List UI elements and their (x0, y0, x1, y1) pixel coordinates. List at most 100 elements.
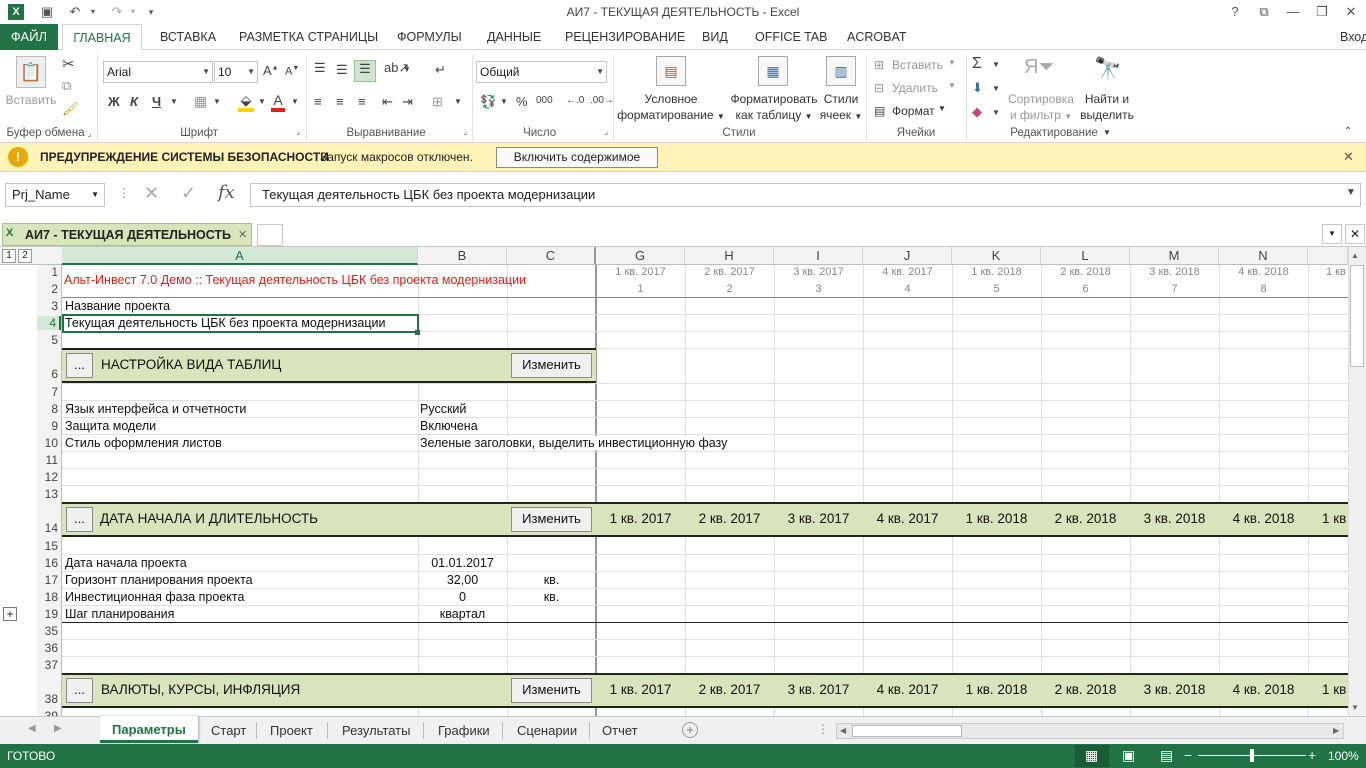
tab-file[interactable]: ФАЙЛ (0, 24, 58, 50)
close-tab-icon[interactable]: ✕ (238, 228, 247, 241)
fill-color-icon[interactable]: ⬙ (238, 92, 254, 112)
tab-insert[interactable]: ВСТАВКА (160, 30, 216, 44)
column-header-a[interactable]: A (62, 247, 418, 265)
scroll-right-icon[interactable]: ▶ (1333, 726, 1339, 735)
row-header-4[interactable]: 4 (37, 316, 61, 330)
column-header-h[interactable]: H (685, 247, 774, 265)
formula-input[interactable]: Текущая деятельность ЦБК без проекта мод… (250, 183, 1361, 207)
column-header-j[interactable]: J (863, 247, 952, 265)
tab-list-dropdown-icon[interactable]: ▼ (1322, 224, 1342, 244)
outline-level-1-button[interactable]: 1 (2, 249, 16, 263)
column-header-n[interactable]: N (1219, 247, 1308, 265)
sheet-tab-report[interactable]: Отчет (602, 723, 638, 738)
tab-view[interactable]: ВИД (702, 30, 728, 44)
help-button[interactable]: ? (1221, 0, 1249, 24)
column-header-b[interactable]: B (418, 247, 507, 265)
worksheet-grid[interactable]: 1 2 A B C G H I J K L M N 1 2 3 4 5 6 7 … (0, 247, 1366, 716)
align-top-icon[interactable]: ☰ (314, 60, 326, 76)
row-header-15[interactable]: 15 (37, 539, 61, 553)
insert-cells-icon[interactable]: ⊞ (874, 58, 884, 72)
paste-icon[interactable]: 📋 (16, 56, 46, 88)
row-header-36[interactable]: 36 (37, 641, 61, 655)
increase-indent-icon[interactable]: ⇥ (402, 94, 413, 110)
cut-icon[interactable]: ✂ (62, 55, 75, 73)
cell-a1[interactable]: Альт-Инвест 7.0 Демо :: Текущая деятельн… (64, 273, 526, 287)
cell-a4[interactable]: Текущая деятельность ЦБК без проекта мод… (65, 316, 386, 330)
dialog-launcher-icon[interactable]: ⌟ (463, 127, 467, 136)
new-tab-button[interactable] (257, 224, 283, 246)
period-label[interactable]: 1 кв (1326, 266, 1346, 278)
change-currencies-button[interactable]: Изменить (511, 678, 592, 703)
period-label[interactable]: 1 кв. 2018 (952, 266, 1041, 278)
italic-button[interactable]: К (130, 94, 138, 109)
cell-a3[interactable]: Название проекта (65, 299, 170, 313)
period-number[interactable]: 2 (685, 283, 774, 295)
column-header-g[interactable]: G (596, 247, 685, 265)
wrap-text-icon[interactable]: ↵ (435, 62, 446, 78)
row-header-19[interactable]: 19 (37, 607, 61, 621)
insert-function-icon[interactable]: fx (218, 182, 235, 203)
conditional-formatting-icon[interactable]: ▤ (656, 56, 686, 86)
period-label[interactable]: 1 кв. 2017 (596, 266, 685, 278)
vertical-scroll-thumb[interactable] (1350, 265, 1364, 367)
tab-home[interactable]: ГЛАВНАЯ (62, 24, 142, 51)
tab-review[interactable]: РЕЦЕНЗИРОВАНИЕ (565, 30, 685, 44)
tab-acrobat[interactable]: ACROBAT (847, 30, 907, 44)
scroll-down-icon[interactable]: ▼ (1351, 703, 1359, 712)
cell-c18[interactable]: кв. (507, 590, 596, 604)
number-format-combo[interactable]: Общий ▼ (476, 61, 607, 83)
sheet-tab-parameters[interactable]: Параметры (100, 716, 198, 743)
cell-b9[interactable]: Включена (420, 419, 478, 433)
borders-dropdown-icon[interactable]: ▼ (213, 97, 221, 106)
confirm-entry-icon[interactable]: ✓ (181, 183, 196, 204)
period-number[interactable]: 3 (774, 283, 863, 295)
chevron-down-icon[interactable]: ▼ (948, 81, 956, 90)
tab-data[interactable]: ДАННЫЕ (487, 30, 541, 44)
cell-b18[interactable]: 0 (418, 590, 507, 604)
period-number[interactable]: 4 (863, 283, 952, 295)
cell-a17[interactable]: Горизонт планирования проекта (65, 573, 253, 587)
dialog-launcher-icon[interactable]: ⌟ (604, 127, 608, 136)
cell-a10[interactable]: Стиль оформления листов (65, 436, 222, 450)
cell-c17[interactable]: кв. (507, 573, 596, 587)
restore-icon[interactable]: ❐ (1308, 0, 1336, 24)
period-label[interactable]: 3 кв. 2018 (1130, 266, 1219, 278)
zoom-slider-thumb[interactable] (1250, 749, 1254, 762)
expand-formula-bar-icon[interactable]: ▼ (1346, 187, 1356, 198)
close-warning-icon[interactable]: ✕ (1343, 149, 1354, 165)
row-header-16[interactable]: 16 (37, 556, 61, 570)
row-header-11[interactable]: 11 (37, 453, 61, 467)
format-painter-icon[interactable]: 🖌 (62, 101, 79, 117)
cell-styles-icon[interactable]: ▥ (826, 56, 856, 86)
row-header-39[interactable]: 39 (37, 709, 61, 716)
horizontal-scroll-thumb[interactable] (852, 725, 962, 737)
sort-filter-icon[interactable]: Я⏷ (1024, 56, 1054, 79)
next-sheet-icon[interactable]: ▶ (54, 723, 62, 734)
zoom-out-icon[interactable]: − (1184, 747, 1192, 763)
row-header-37[interactable]: 37 (37, 658, 61, 672)
chevron-down-icon[interactable]: ▼ (938, 104, 946, 113)
scroll-up-icon[interactable]: ▲ (1351, 251, 1359, 260)
clear-icon[interactable]: ◆ (972, 104, 982, 120)
minimize-icon[interactable]: — (1279, 0, 1307, 24)
conditional-formatting-button[interactable]: Условное форматирование ▼ (616, 91, 726, 125)
row-header-35[interactable]: 35 (37, 624, 61, 638)
tab-formulas[interactable]: ФОРМУЛЫ (397, 30, 462, 44)
period-label[interactable]: 2 кв. 2017 (685, 266, 774, 278)
align-middle-icon[interactable]: ☰ (336, 62, 348, 78)
row-header-8[interactable]: 8 (37, 402, 61, 416)
cell-a18[interactable]: Инвестиционная фаза проекта (65, 590, 244, 604)
thousands-separator-icon[interactable]: 000 (536, 95, 553, 106)
section-options-button[interactable]: ... (66, 678, 93, 703)
column-header-c[interactable]: C (507, 247, 596, 265)
zoom-level[interactable]: 100% (1328, 749, 1359, 763)
cell-a9[interactable]: Защита модели (65, 419, 156, 433)
row-header-12[interactable]: 12 (37, 470, 61, 484)
borders-icon[interactable]: ▦ (194, 93, 207, 110)
decrease-font-icon[interactable]: A▼ (285, 65, 299, 78)
fill-dropdown-icon[interactable]: ▼ (992, 84, 1000, 93)
paste-button[interactable]: Вставить (4, 92, 58, 108)
clear-dropdown-icon[interactable]: ▼ (992, 108, 1000, 117)
expand-group-button[interactable]: + (3, 607, 17, 621)
row-header-17[interactable]: 17 (37, 573, 61, 587)
